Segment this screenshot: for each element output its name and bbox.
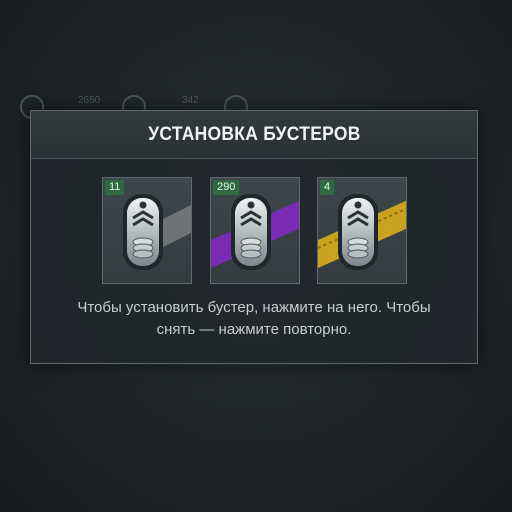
booster-count-badge: 11 bbox=[105, 180, 125, 195]
hint-line-2: снять — нажмите повторно. bbox=[156, 321, 352, 338]
dialog-title: УСТАНОВКА БУСТЕРОВ bbox=[147, 123, 361, 145]
dialog-hint: Чтобы установить бустер, нажмите на него… bbox=[31, 297, 477, 341]
booster-install-dialog: УСТАНОВКА БУСТЕРОВ 11 290 4 Чтобы устано… bbox=[30, 110, 478, 364]
booster-card-common[interactable]: 11 bbox=[102, 177, 192, 284]
booster-list: 11 290 4 bbox=[31, 175, 477, 287]
booster-count-badge: 4 bbox=[320, 180, 335, 195]
booster-count-badge: 290 bbox=[213, 180, 240, 195]
booster-card-legendary[interactable]: 4 bbox=[317, 177, 407, 284]
dialog-header: УСТАНОВКА БУСТЕРОВ bbox=[31, 111, 477, 159]
background-count-2: 342 bbox=[182, 95, 199, 106]
hint-line-1: Чтобы установить бустер, нажмите на него… bbox=[77, 299, 431, 316]
booster-card-rare[interactable]: 290 bbox=[210, 177, 300, 284]
background-count-1: 2650 bbox=[78, 95, 101, 106]
